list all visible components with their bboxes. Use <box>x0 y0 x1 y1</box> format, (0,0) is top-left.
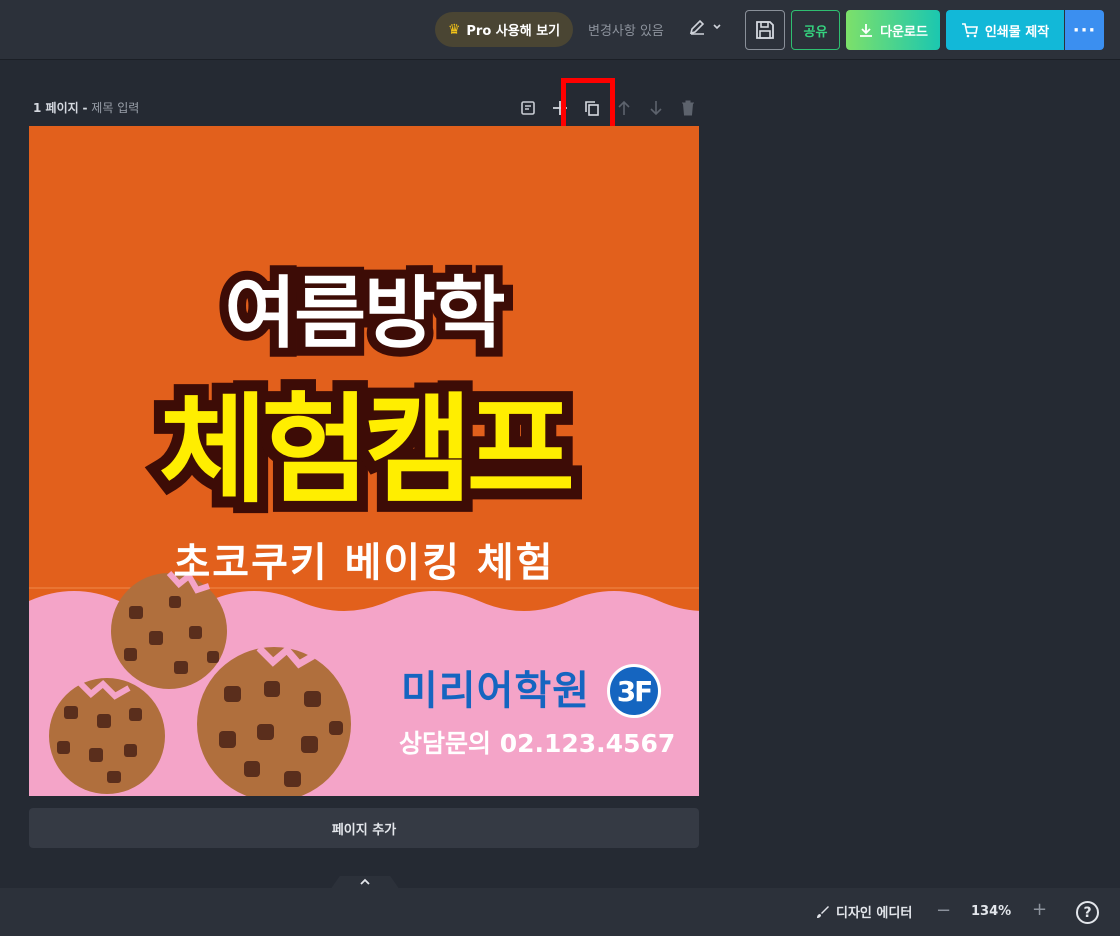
page-title-row: 1 페이지 - 제목 입력 <box>33 99 139 116</box>
edit-mode-dropdown[interactable] <box>688 18 722 36</box>
trash-icon <box>682 100 694 116</box>
floor-badge[interactable]: 3F <box>607 664 661 718</box>
changes-status: 변경사항 있음 <box>588 24 664 39</box>
arrow-up-icon <box>618 100 630 115</box>
add-page-button[interactable]: 페이지 추가 <box>29 808 699 848</box>
zoom-in-button[interactable]: + <box>1032 899 1047 920</box>
design-editor-label: 디자인 에디터 <box>836 906 913 921</box>
academy-name[interactable]: 미리어학원 <box>401 658 590 716</box>
brush-icon <box>817 905 829 918</box>
chevron-down-icon <box>713 24 721 30</box>
headline-line2[interactable]: 체험캠프 <box>29 354 699 525</box>
arrow-down-icon <box>650 101 662 116</box>
design-canvas[interactable]: 여름방학 여름방학 체험캠프 체험캠프 초코쿠키 베이킹 체험 미리어학원 3F… <box>29 126 699 796</box>
pro-trial-button[interactable]: ♛ Pro 사용해 보기 <box>435 12 573 47</box>
more-options-button[interactable]: ··· <box>1065 10 1104 50</box>
page-separator: - <box>82 101 88 115</box>
save-icon <box>756 21 774 39</box>
design-editor-button[interactable]: 디자인 에디터 <box>816 902 912 921</box>
print-order-button[interactable]: 인쇄물 제작 <box>946 10 1064 50</box>
page-note-button[interactable] <box>512 96 544 120</box>
save-button[interactable] <box>745 10 785 50</box>
chevron-up-icon <box>360 878 370 885</box>
crown-icon: ♛ <box>447 21 461 38</box>
share-button[interactable]: 공유 <box>791 10 840 50</box>
top-toolbar: ♛ Pro 사용해 보기 변경사항 있음 공유 다운로드 인쇄물 제작 ··· <box>0 0 1120 60</box>
zoom-level[interactable]: 134% <box>971 904 1011 919</box>
contact-text[interactable]: 상담문의 02.123.4567 <box>399 724 675 760</box>
page-number: 1 페이지 <box>33 101 79 115</box>
download-label: 다운로드 <box>880 24 928 40</box>
print-order-label: 인쇄물 제작 <box>984 24 1050 40</box>
headline-line3[interactable]: 초코쿠키 베이킹 체험 <box>29 530 699 588</box>
pro-trial-label: Pro 사용해 보기 <box>466 24 561 39</box>
cookie-image <box>49 678 165 794</box>
cart-icon <box>961 23 978 38</box>
expand-panel-tab[interactable] <box>330 876 400 890</box>
download-button[interactable]: 다운로드 <box>846 10 940 50</box>
delete-page-button[interactable] <box>672 96 704 120</box>
cookie-image <box>111 570 227 689</box>
page-title-input[interactable]: 제목 입력 <box>91 101 139 115</box>
bottom-toolbar <box>0 888 1120 936</box>
headline-line1[interactable]: 여름방학 <box>29 251 699 363</box>
zoom-out-button[interactable]: − <box>936 900 951 921</box>
cookie-image <box>197 645 351 796</box>
download-icon <box>860 24 873 37</box>
move-page-down-button[interactable] <box>640 96 672 120</box>
pen-icon <box>689 19 705 35</box>
help-button[interactable]: ? <box>1076 901 1099 924</box>
note-icon <box>521 101 535 115</box>
